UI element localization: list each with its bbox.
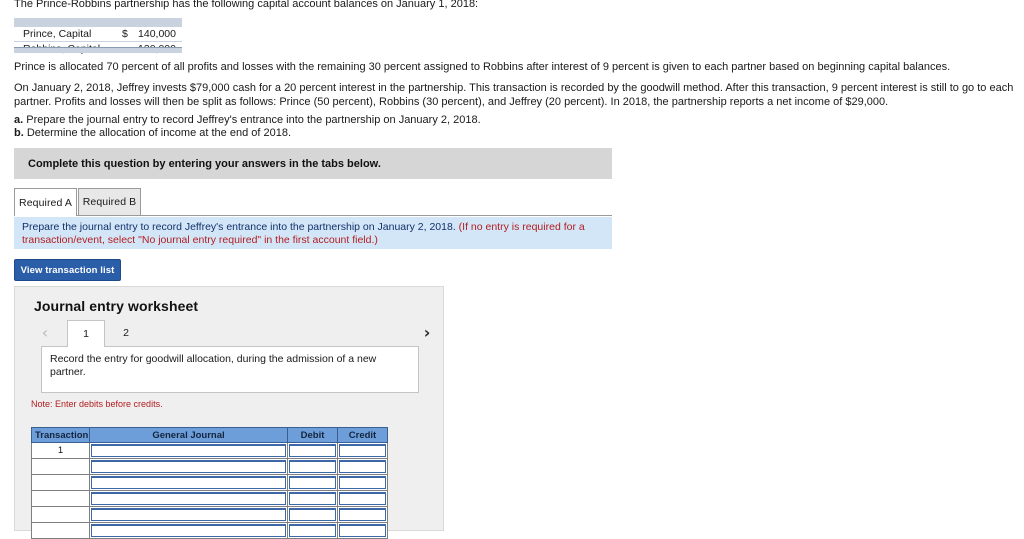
tabstrip-underline (14, 215, 612, 216)
journal-row-credit-cell (337, 442, 388, 459)
worksheet-pager: ‹ 1 2 › (29, 319, 430, 347)
requirement-text-a: Prepare the journal entry to record Jeff… (26, 114, 481, 126)
worksheet-page-2[interactable]: 2 (107, 320, 145, 346)
journal-row-transaction (31, 490, 90, 507)
debit-input[interactable] (289, 492, 336, 505)
worksheet-description-box: Record the entry for goodwill allocation… (41, 346, 419, 393)
journal-row-credit-cell (337, 506, 388, 523)
journal-row-transaction (31, 506, 90, 523)
tab-required-b-label: Required B (82, 196, 137, 208)
requirement-instruction-panel: Prepare the journal entry to record Jeff… (14, 217, 612, 249)
tabstrip-active-gap (15, 215, 76, 216)
journal-row-transaction (31, 458, 90, 475)
journal-row-debit-cell (287, 490, 338, 507)
journal-table-header-row: Transaction General Journal Debit Credit (31, 427, 388, 443)
journal-entry-worksheet-panel: Journal entry worksheet ‹ 1 2 › Record t… (14, 286, 444, 539)
capital-table-row: Prince, Capital $ 140,000 (14, 27, 182, 42)
intro-sentence: The Prince-Robbins partnership has the f… (14, 0, 479, 10)
general-journal-input[interactable] (91, 460, 286, 473)
journal-row-credit-cell (337, 490, 388, 507)
requirement-item-b: b. Determine the allocation of income at… (14, 126, 291, 140)
credit-input[interactable] (339, 460, 386, 473)
credit-input[interactable] (339, 492, 386, 505)
journal-entry-table: Transaction General Journal Debit Credit… (31, 427, 388, 539)
debit-input[interactable] (289, 508, 336, 521)
journal-row-general-journal-cell (89, 506, 288, 523)
capital-table-footer-band (14, 47, 182, 53)
general-journal-input[interactable] (91, 444, 286, 457)
worksheet-note: Note: Enter debits before credits. (31, 399, 163, 409)
credit-input[interactable] (339, 476, 386, 489)
table-row (31, 490, 388, 507)
credit-input[interactable] (339, 444, 386, 457)
journal-header-transaction: Transaction (31, 427, 90, 443)
worksheet-description-text: Record the entry for goodwill allocation… (50, 353, 377, 378)
view-transaction-list-label: View transaction list (20, 264, 115, 276)
required-tabstrip: Required A Required B (14, 188, 612, 216)
capital-amount: 140,000 (128, 27, 182, 42)
tab-required-b[interactable]: Required B (78, 188, 141, 215)
journal-row-transaction: 1 (31, 442, 90, 459)
capital-account-name: Prince, Capital (14, 27, 116, 42)
complete-question-text: Complete this question by entering your … (28, 157, 381, 170)
journal-row-credit-cell (337, 458, 388, 475)
general-journal-input[interactable] (91, 476, 286, 489)
tab-required-a-label: Required A (19, 196, 72, 209)
debit-input[interactable] (289, 476, 336, 489)
capital-currency-symbol: $ (115, 27, 129, 42)
credit-input[interactable] (339, 508, 386, 521)
worksheet-title: Journal entry worksheet (34, 298, 199, 314)
requirement-text-b: Determine the allocation of income at th… (26, 127, 292, 139)
general-journal-input[interactable] (91, 508, 286, 521)
chevron-right-icon[interactable]: › (419, 323, 435, 343)
journal-header-credit: Credit (337, 427, 388, 443)
question-page: The Prince-Robbins partnership has the f… (0, 0, 1024, 539)
requirement-marker-a: a. (14, 114, 24, 126)
worksheet-page-1-label: 1 (83, 328, 89, 340)
journal-row-general-journal-cell (89, 490, 288, 507)
table-row (31, 506, 388, 523)
worksheet-page-2-label: 2 (123, 327, 129, 339)
debit-input[interactable] (289, 460, 336, 473)
journal-row-credit-cell (337, 474, 388, 491)
complete-question-banner: Complete this question by entering your … (14, 148, 612, 179)
journal-header-debit: Debit (287, 427, 338, 443)
tab-required-a[interactable]: Required A (14, 188, 77, 216)
table-row (31, 458, 388, 475)
journal-row-transaction (31, 474, 90, 491)
journal-row-debit-cell (287, 458, 338, 475)
journal-row-debit-cell (287, 506, 338, 523)
requirement-item-a: a. Prepare the journal entry to record J… (14, 113, 481, 127)
transaction-paragraph: On January 2, 2018, Jeffrey invests $79,… (14, 82, 1014, 108)
requirement-instruction-main: Prepare the journal entry to record Jeff… (22, 221, 459, 233)
view-transaction-list-button[interactable]: View transaction list (14, 259, 121, 281)
general-journal-input[interactable] (91, 492, 286, 505)
journal-row-debit-cell (287, 442, 338, 459)
journal-row-general-journal-cell (89, 474, 288, 491)
requirement-marker-b: b. (14, 127, 24, 139)
journal-row-general-journal-cell (89, 442, 288, 459)
journal-header-general-journal: General Journal (89, 427, 288, 443)
journal-row-general-journal-cell (89, 458, 288, 475)
chevron-left-icon[interactable]: ‹ (37, 323, 53, 343)
allocation-paragraph: Prince is allocated 70 percent of all pr… (14, 61, 951, 73)
debit-input[interactable] (289, 444, 336, 457)
capital-table-header-cell (14, 18, 182, 27)
capital-table-header-band (14, 18, 182, 27)
worksheet-page-1[interactable]: 1 (67, 320, 105, 347)
table-row (31, 474, 388, 491)
table-row: 1 (31, 442, 388, 459)
journal-row-debit-cell (287, 474, 338, 491)
